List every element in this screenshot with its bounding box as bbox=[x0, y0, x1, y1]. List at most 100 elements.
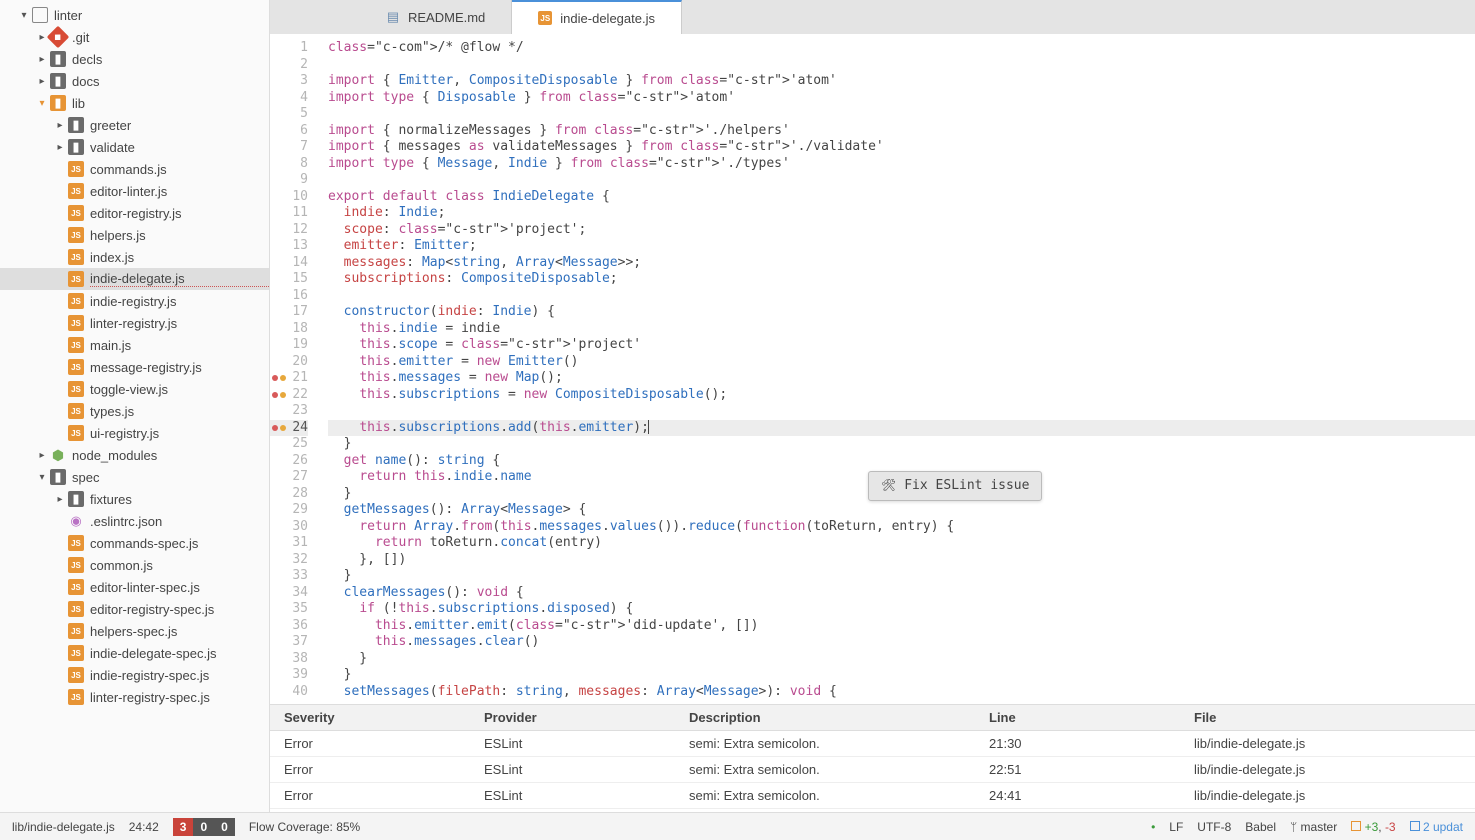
line-number[interactable]: 25 bbox=[270, 436, 308, 453]
tree-item-decls[interactable]: ▸▮decls bbox=[0, 48, 269, 70]
line-number[interactable]: 22 bbox=[270, 387, 308, 404]
code-line[interactable] bbox=[328, 288, 1475, 305]
tree-item-commands-js[interactable]: JScommands.js bbox=[0, 158, 269, 180]
linter-row[interactable]: ErrorESLintsemi: Extra semicolon.21:30li… bbox=[270, 731, 1475, 757]
line-number[interactable]: 4 bbox=[270, 90, 308, 107]
linter-panel[interactable]: Severity Provider Description Line File … bbox=[270, 704, 1475, 812]
line-number[interactable]: 23 bbox=[270, 403, 308, 420]
tab-README-md[interactable]: ▤README.md bbox=[360, 0, 512, 34]
updates[interactable]: 2 updat bbox=[1410, 820, 1463, 834]
line-number[interactable]: 36 bbox=[270, 618, 308, 635]
line-number[interactable]: 10 bbox=[270, 189, 308, 206]
line-number[interactable]: 15 bbox=[270, 271, 308, 288]
line-number[interactable]: 16 bbox=[270, 288, 308, 305]
tree-item-helpers-js[interactable]: JShelpers.js bbox=[0, 224, 269, 246]
code-line[interactable]: clearMessages(): void { bbox=[328, 585, 1475, 602]
quickfix-tooltip[interactable]: Fix ESLint issue bbox=[868, 471, 1042, 501]
code-line[interactable]: import { messages as validateMessages } … bbox=[328, 139, 1475, 156]
code-line[interactable]: export default class IndieDelegate { bbox=[328, 189, 1475, 206]
line-number[interactable]: 11 bbox=[270, 205, 308, 222]
line-number[interactable]: 6 bbox=[270, 123, 308, 140]
code-line[interactable] bbox=[328, 57, 1475, 74]
code-line[interactable]: this.subscriptions = new CompositeDispos… bbox=[328, 387, 1475, 404]
line-number[interactable]: 39 bbox=[270, 667, 308, 684]
code-line[interactable]: subscriptions: CompositeDisposable; bbox=[328, 271, 1475, 288]
tree-item-ui-registry-js[interactable]: JSui-registry.js bbox=[0, 422, 269, 444]
code-line[interactable]: constructor(indie: Indie) { bbox=[328, 304, 1475, 321]
tree-item-greeter[interactable]: ▸▮greeter bbox=[0, 114, 269, 136]
gutter[interactable]: 1234567891011121314151617181920212223242… bbox=[270, 34, 316, 704]
col-severity[interactable]: Severity bbox=[270, 705, 470, 730]
code-line[interactable]: import type { Disposable } from class="c… bbox=[328, 90, 1475, 107]
tree-item-indie-delegate-js[interactable]: JSindie-delegate.js bbox=[0, 268, 269, 290]
tree-item-common-js[interactable]: JScommon.js bbox=[0, 554, 269, 576]
line-number[interactable]: 8 bbox=[270, 156, 308, 173]
col-provider[interactable]: Provider bbox=[470, 705, 675, 730]
tree-item-spec[interactable]: ▾▮spec bbox=[0, 466, 269, 488]
code-line[interactable]: } bbox=[328, 667, 1475, 684]
code-line[interactable]: messages: Map<string, Array<Message>>; bbox=[328, 255, 1475, 272]
line-number[interactable]: 19 bbox=[270, 337, 308, 354]
tree-item-main-js[interactable]: JSmain.js bbox=[0, 334, 269, 356]
linter-row[interactable]: ErrorESLintsemi: Extra semicolon.22:51li… bbox=[270, 757, 1475, 783]
line-number[interactable]: 35 bbox=[270, 601, 308, 618]
code-line[interactable]: indie: Indie; bbox=[328, 205, 1475, 222]
line-number[interactable]: 28 bbox=[270, 486, 308, 503]
code-line[interactable]: }, []) bbox=[328, 552, 1475, 569]
tree-item-node-modules[interactable]: ▸⬢node_modules bbox=[0, 444, 269, 466]
code-line[interactable]: getMessages(): Array<Message> { bbox=[328, 502, 1475, 519]
tree-item-indie-registry-spec-js[interactable]: JSindie-registry-spec.js bbox=[0, 664, 269, 686]
code-line[interactable]: this.indie = indie bbox=[328, 321, 1475, 338]
code-line[interactable]: } bbox=[328, 436, 1475, 453]
tree-item-indie-registry-js[interactable]: JSindie-registry.js bbox=[0, 290, 269, 312]
line-number[interactable]: 7 bbox=[270, 139, 308, 156]
tree-item-linter-registry-spec-js[interactable]: JSlinter-registry-spec.js bbox=[0, 686, 269, 708]
tree-item-toggle-view-js[interactable]: JStoggle-view.js bbox=[0, 378, 269, 400]
tree-item-editor-registry-js[interactable]: JSeditor-registry.js bbox=[0, 202, 269, 224]
line-number[interactable]: 38 bbox=[270, 651, 308, 668]
line-number[interactable]: 29 bbox=[270, 502, 308, 519]
line-number[interactable]: 33 bbox=[270, 568, 308, 585]
tree-item-linter[interactable]: ▾linter bbox=[0, 4, 269, 26]
code-line[interactable]: } bbox=[328, 568, 1475, 585]
code-line[interactable]: this.emitter.emit(class="c-str">'did-upd… bbox=[328, 618, 1475, 635]
status-encoding[interactable]: UTF-8 bbox=[1197, 820, 1231, 834]
code-line[interactable]: this.messages.clear() bbox=[328, 634, 1475, 651]
code-line[interactable]: emitter: Emitter; bbox=[328, 238, 1475, 255]
status-language[interactable]: Babel bbox=[1245, 820, 1276, 834]
linter-row[interactable]: ErrorESLintsemi: Extra semicolon.24:41li… bbox=[270, 783, 1475, 809]
code-line[interactable]: get name(): string { bbox=[328, 453, 1475, 470]
code-line[interactable] bbox=[328, 403, 1475, 420]
linter-badges[interactable]: 3 0 0 bbox=[173, 818, 235, 836]
line-number[interactable]: 40 bbox=[270, 684, 308, 701]
line-number[interactable]: 32 bbox=[270, 552, 308, 569]
tree-item--eslintrc-json[interactable]: ◉.eslintrc.json bbox=[0, 510, 269, 532]
line-number[interactable]: 24 bbox=[270, 420, 308, 437]
code-line[interactable]: return toReturn.concat(entry) bbox=[328, 535, 1475, 552]
line-number[interactable]: 1 bbox=[270, 40, 308, 57]
code-line[interactable]: return Array.from(this.messages.values()… bbox=[328, 519, 1475, 536]
code-line[interactable]: this.messages = new Map(); bbox=[328, 370, 1475, 387]
status-eol[interactable]: LF bbox=[1169, 820, 1183, 834]
code-line[interactable]: import { normalizeMessages } from class=… bbox=[328, 123, 1475, 140]
line-number[interactable]: 5 bbox=[270, 106, 308, 123]
line-number[interactable]: 9 bbox=[270, 172, 308, 189]
code-line[interactable] bbox=[328, 172, 1475, 189]
code-line[interactable]: this.subscriptions.add(this.emitter); bbox=[328, 420, 1475, 437]
line-number[interactable]: 30 bbox=[270, 519, 308, 536]
line-number[interactable]: 27 bbox=[270, 469, 308, 486]
line-number[interactable]: 2 bbox=[270, 57, 308, 74]
tree-item-index-js[interactable]: JSindex.js bbox=[0, 246, 269, 268]
tree-item-linter-registry-js[interactable]: JSlinter-registry.js bbox=[0, 312, 269, 334]
line-number[interactable]: 31 bbox=[270, 535, 308, 552]
line-number[interactable]: 20 bbox=[270, 354, 308, 371]
col-file[interactable]: File bbox=[1180, 705, 1475, 730]
line-number[interactable]: 14 bbox=[270, 255, 308, 272]
code-line[interactable]: if (!this.subscriptions.disposed) { bbox=[328, 601, 1475, 618]
code-line[interactable]: class="c-com">/* @flow */ bbox=[328, 40, 1475, 57]
line-number[interactable]: 21 bbox=[270, 370, 308, 387]
flow-coverage[interactable]: Flow Coverage: 85% bbox=[249, 820, 360, 834]
tree-item-helpers-spec-js[interactable]: JShelpers-spec.js bbox=[0, 620, 269, 642]
status-position[interactable]: 24:42 bbox=[129, 820, 159, 834]
code-line[interactable]: } bbox=[328, 651, 1475, 668]
